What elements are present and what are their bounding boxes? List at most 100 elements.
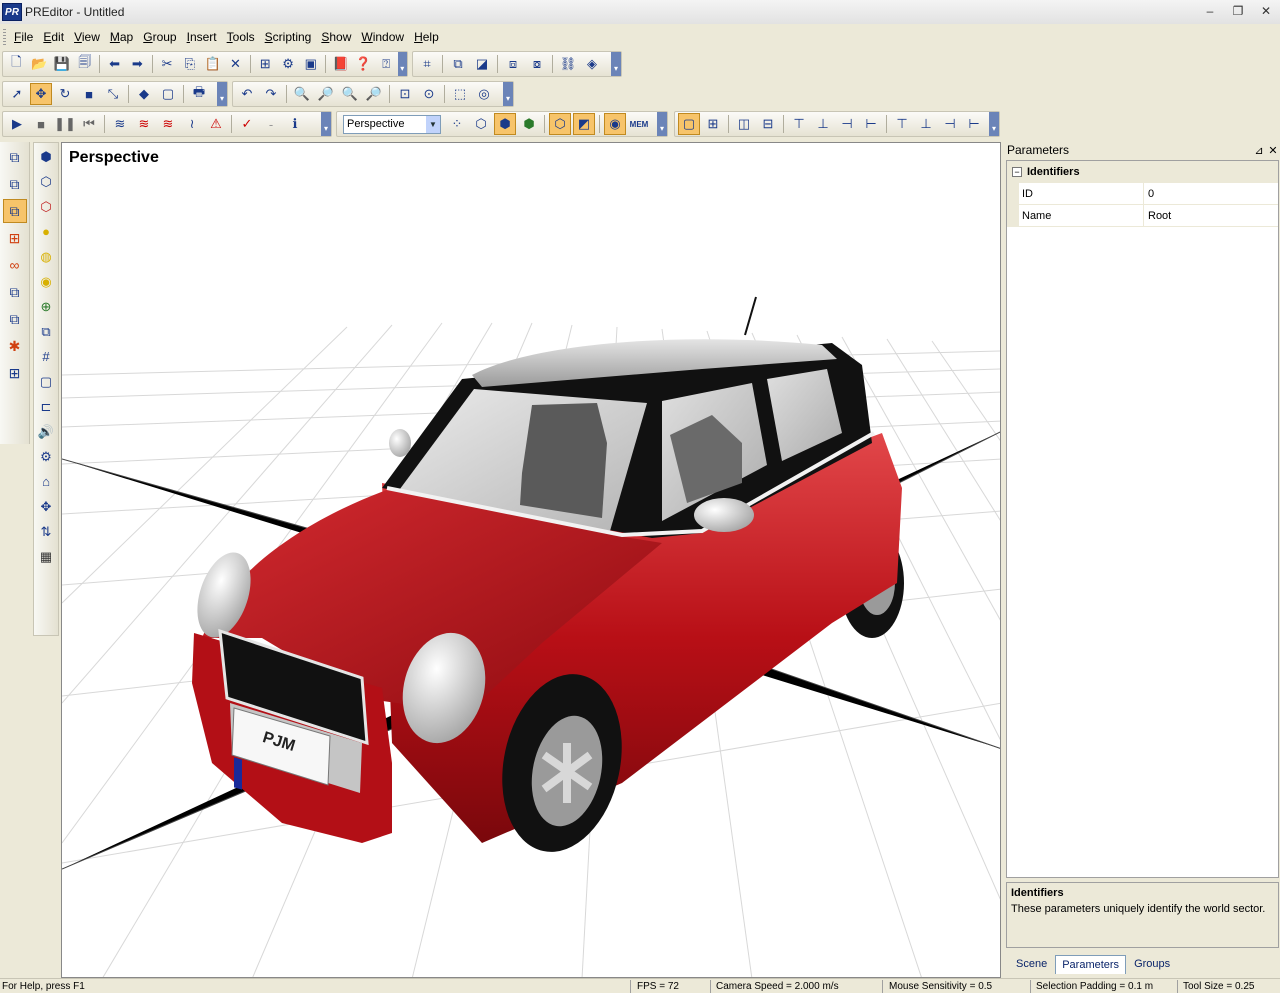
layout-single-icon[interactable]: ▢ <box>678 113 700 135</box>
tab-scene[interactable]: Scene <box>1010 955 1053 973</box>
broadcast-icon[interactable]: ≀ <box>181 113 203 135</box>
layout-three-left-icon[interactable]: ⊣ <box>939 113 961 135</box>
toolbar-overflow-chevron[interactable]: ▾ <box>611 52 621 76</box>
layout-left-split-icon[interactable]: ⊣ <box>836 113 858 135</box>
layout-three-top-icon[interactable]: ⊤ <box>891 113 913 135</box>
brick-wall-icon[interactable]: ▦ <box>34 545 58 568</box>
property-value[interactable]: Root <box>1144 205 1278 226</box>
layout-top-split-icon[interactable]: ⊤ <box>788 113 810 135</box>
alert-icon[interactable]: ⚠ <box>205 113 227 135</box>
menu-view[interactable]: View <box>69 27 105 47</box>
mode-sector-icon[interactable]: ⧉ <box>3 145 27 169</box>
zoom-in-icon[interactable]: 🔎 <box>315 83 337 105</box>
close-button[interactable]: ✕ <box>1252 0 1280 22</box>
layout-right-split-icon[interactable]: ⊢ <box>860 113 882 135</box>
cut-icon[interactable]: ✂ <box>157 53 178 75</box>
red-cube-icon[interactable]: ⬡ <box>34 195 58 218</box>
mode-puzzle-icon[interactable]: ✱ <box>3 334 27 358</box>
undo-arrow-icon[interactable]: ⬅ <box>104 53 125 75</box>
restore-button[interactable]: ❐ <box>1224 0 1252 22</box>
plane-icon[interactable]: ▢ <box>34 370 58 393</box>
particle-icon[interactable]: ⚙ <box>34 445 58 468</box>
door-icon[interactable]: ⌂ <box>34 470 58 493</box>
toolbar-overflow-chevron[interactable]: ▾ <box>989 112 999 136</box>
menu-group[interactable]: Group <box>138 27 181 47</box>
mode-link-icon[interactable]: ∞ <box>3 253 27 277</box>
spot-light-icon[interactable]: ◍ <box>34 245 58 268</box>
scale-icon[interactable]: ■ <box>78 83 100 105</box>
menu-insert[interactable]: Insert <box>182 27 222 47</box>
save-all-icon[interactable]: 🗐 <box>74 53 95 75</box>
mode-node-icon[interactable]: ⧉ <box>3 280 27 304</box>
book-icon[interactable]: 📕 <box>330 53 351 75</box>
menu-help[interactable]: Help <box>409 27 444 47</box>
zoom-out-icon[interactable]: 🔍 <box>339 83 361 105</box>
view-mode-select[interactable]: Perspective ▼ <box>343 114 441 134</box>
open-folder-icon[interactable]: 📂 <box>29 53 50 75</box>
snap-icon[interactable]: ◆ <box>133 83 155 105</box>
trigger-icon[interactable]: ⇅ <box>34 520 58 543</box>
settings-icon[interactable]: ⚙ <box>278 53 299 75</box>
mode-path-icon[interactable]: ⧉ <box>3 307 27 331</box>
layout-bottom-split-icon[interactable]: ⊥ <box>812 113 834 135</box>
compass-icon[interactable]: ⊕ <box>34 295 58 318</box>
layout-hsplit-icon[interactable]: ⊟ <box>757 113 779 135</box>
camera-lock-icon[interactable]: ⬚ <box>449 83 471 105</box>
save-icon[interactable]: 💾 <box>52 53 73 75</box>
waypoint-icon[interactable]: ✥ <box>34 495 58 518</box>
help-icon[interactable]: ❓ <box>353 53 374 75</box>
app-icon[interactable]: PR <box>2 3 22 21</box>
points-icon[interactable]: ⁘ <box>446 113 468 135</box>
cube-icon[interactable]: ⬢ <box>34 145 58 168</box>
resize-icon[interactable]: ⤡ <box>102 83 124 105</box>
wire-cube-icon[interactable]: ⬡ <box>34 170 58 193</box>
info-icon[interactable]: ℹ <box>284 113 306 135</box>
frame-icon[interactable]: ▢ <box>157 83 179 105</box>
sound-play-icon[interactable]: ≋ <box>109 113 131 135</box>
mode-window-flag-icon[interactable]: ⊞ <box>3 361 27 385</box>
toolbar-overflow-chevron[interactable]: ▾ <box>217 82 227 106</box>
sound-mute-icon[interactable]: ≋ <box>157 113 179 135</box>
unlink-icon[interactable]: ◈ <box>581 53 603 75</box>
property-row-id[interactable]: ID 0 <box>1007 183 1278 205</box>
camera-icon[interactable]: ◉ <box>604 113 626 135</box>
printer-icon[interactable]: 🖶 <box>188 83 210 105</box>
sound-source-icon[interactable]: 🔊 <box>34 420 58 443</box>
rewind-icon[interactable]: ⏮ <box>78 113 100 135</box>
link-icon[interactable]: ⛓ <box>557 53 579 75</box>
group-objects-icon[interactable]: ⧉ <box>447 53 469 75</box>
object-copy-icon[interactable]: ◪ <box>471 53 493 75</box>
memory-use-icon[interactable]: MEM <box>628 113 650 135</box>
layout-quad-icon[interactable]: ⊞ <box>702 113 724 135</box>
layout-vsplit-icon[interactable]: ◫ <box>733 113 755 135</box>
layout-three-bottom-icon[interactable]: ⊥ <box>915 113 937 135</box>
solid-icon[interactable]: ⬢ <box>494 113 516 135</box>
category-identifiers[interactable]: − Identifiers <box>1007 161 1278 183</box>
context-help-icon[interactable]: ⍰ <box>376 53 397 75</box>
focus-icon[interactable]: ⊙ <box>418 83 440 105</box>
stop-icon[interactable]: ■ <box>30 113 52 135</box>
perspective-viewport[interactable]: PJM Perspective <box>61 142 1001 978</box>
mode-group-icon[interactable]: ⧉ <box>3 172 27 196</box>
redo-view-icon[interactable]: ↷ <box>260 83 282 105</box>
mesh-grid-icon[interactable]: # <box>34 345 58 368</box>
car-model[interactable]: PJM <box>188 339 904 863</box>
pin-icon[interactable]: ⊿ <box>1252 144 1266 157</box>
close-icon[interactable]: ✕ <box>1266 144 1280 157</box>
tab-groups[interactable]: Groups <box>1128 955 1176 973</box>
pause-icon[interactable]: ❚❚ <box>54 113 76 135</box>
menu-grip[interactable] <box>3 29 6 45</box>
textured-icon[interactable]: ⬢ <box>518 113 540 135</box>
align-icon[interactable]: ⧈ <box>502 53 524 75</box>
menu-scripting[interactable]: Scripting <box>260 27 317 47</box>
select-arrow-icon[interactable]: ➚ <box>6 83 28 105</box>
mode-windows-icon[interactable]: ⊞ <box>3 226 27 250</box>
toolbar-overflow-chevron[interactable]: ▾ <box>397 52 408 76</box>
menu-file[interactable]: File <box>9 27 38 47</box>
check-icon[interactable]: ✓ <box>236 113 258 135</box>
pointer-light-icon[interactable]: ◉ <box>34 270 58 293</box>
ruler-icon[interactable]: ⊏ <box>34 395 58 418</box>
scene-canvas[interactable]: PJM <box>62 143 1001 978</box>
rotate-icon[interactable]: ↻ <box>54 83 76 105</box>
menu-show[interactable]: Show <box>316 27 356 47</box>
